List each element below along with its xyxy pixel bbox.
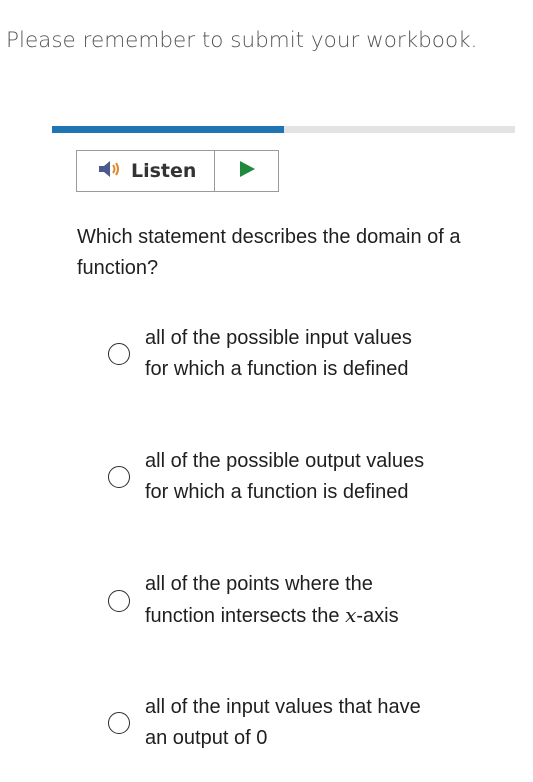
math-variable: x (345, 603, 357, 627)
play-icon (237, 159, 257, 184)
answer-option-text-after: -axis (356, 605, 399, 627)
answer-option-1[interactable]: all of the possible input values for whi… (108, 323, 428, 385)
question-text: Which statement describes the domain of … (77, 226, 461, 279)
radio-button[interactable] (108, 712, 130, 734)
answer-option-text-before: all of the points where the function int… (145, 573, 373, 627)
listen-widget: Listen (76, 150, 279, 192)
answer-option-label: all of the input values that have an out… (145, 696, 421, 749)
progress-bar-fill (52, 126, 284, 133)
radio-button[interactable] (108, 466, 130, 488)
listen-button[interactable]: Listen (77, 151, 215, 191)
answer-option-label: all of the points where the function int… (145, 569, 428, 632)
radio-button[interactable] (108, 589, 130, 612)
listen-label: Listen (131, 160, 197, 182)
submit-reminder-banner: Please remember to submit your workbook. (6, 28, 478, 53)
answer-option-label: all of the possible input values for whi… (145, 327, 412, 380)
answer-option-3[interactable]: all of the points where the function int… (108, 569, 428, 632)
speaker-icon (97, 159, 123, 184)
play-button[interactable] (215, 151, 278, 191)
answer-option-2[interactable]: all of the possible output values for wh… (108, 446, 428, 508)
answer-option-label: all of the possible output values for wh… (145, 450, 425, 503)
progress-bar (52, 126, 515, 133)
answer-option-4[interactable]: all of the input values that have an out… (108, 692, 428, 754)
radio-button[interactable] (108, 343, 130, 365)
